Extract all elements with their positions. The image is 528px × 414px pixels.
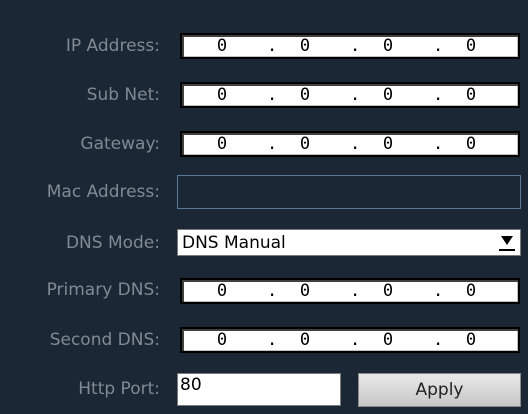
- second-dns-dot-1: .: [267, 330, 278, 350]
- ip-address-octet-4[interactable]: 0: [461, 35, 481, 57]
- second-dns-dot-2: .: [350, 330, 361, 350]
- primary-dns-label: Primary DNS:: [46, 280, 160, 300]
- mac-address-label: Mac Address:: [46, 182, 160, 202]
- ip-address-dot-1: .: [267, 36, 278, 56]
- mac-address-field[interactable]: [177, 175, 521, 209]
- primary-dns-octet-4[interactable]: 0: [461, 280, 481, 302]
- sub-net-input[interactable]: 0 . 0 . 0 . 0: [180, 82, 520, 108]
- sub-net-octet-2[interactable]: 0: [295, 84, 315, 106]
- network-settings-panel: IP Address: 0 . 0 . 0 . 0 Sub Net: 0 . 0…: [0, 0, 528, 414]
- dns-mode-value: DNS Manual: [182, 233, 286, 253]
- http-port-label: Http Port:: [78, 379, 160, 399]
- primary-dns-octet-2[interactable]: 0: [295, 280, 315, 302]
- second-dns-octet-3[interactable]: 0: [378, 329, 398, 351]
- gateway-dot-2: .: [350, 134, 361, 154]
- second-dns-octet-1[interactable]: 0: [212, 329, 232, 351]
- gateway-label: Gateway:: [80, 134, 160, 154]
- sub-net-octet-4[interactable]: 0: [461, 84, 481, 106]
- sub-net-dot-1: .: [267, 85, 278, 105]
- sub-net-dot-3: .: [433, 85, 444, 105]
- sub-net-label: Sub Net:: [86, 85, 160, 105]
- gateway-octet-4[interactable]: 0: [461, 133, 481, 155]
- gateway-dot-1: .: [267, 134, 278, 154]
- sub-net-octet-3[interactable]: 0: [378, 84, 398, 106]
- ip-address-octet-1[interactable]: 0: [212, 35, 232, 57]
- dns-mode-label: DNS Mode:: [65, 233, 160, 253]
- ip-address-dot-2: .: [350, 36, 361, 56]
- ip-address-octet-2[interactable]: 0: [295, 35, 315, 57]
- ip-address-label: IP Address:: [65, 36, 160, 56]
- gateway-octet-2[interactable]: 0: [295, 133, 315, 155]
- ip-address-octet-3[interactable]: 0: [378, 35, 398, 57]
- http-port-value: 80: [180, 375, 202, 395]
- ip-address-dot-3: .: [433, 36, 444, 56]
- primary-dns-octet-3[interactable]: 0: [378, 280, 398, 302]
- gateway-octet-1[interactable]: 0: [212, 133, 232, 155]
- gateway-dot-3: .: [433, 134, 444, 154]
- primary-dns-dot-2: .: [350, 281, 361, 301]
- chevron-down-icon[interactable]: [499, 233, 515, 251]
- sub-net-dot-2: .: [350, 85, 361, 105]
- second-dns-octet-2[interactable]: 0: [295, 329, 315, 351]
- primary-dns-dot-1: .: [267, 281, 278, 301]
- gateway-octet-3[interactable]: 0: [378, 133, 398, 155]
- dns-mode-select[interactable]: DNS Manual: [177, 229, 521, 256]
- second-dns-label: Second DNS:: [49, 330, 160, 350]
- primary-dns-octet-1[interactable]: 0: [212, 280, 232, 302]
- apply-button[interactable]: Apply: [358, 373, 521, 407]
- ip-address-input[interactable]: 0 . 0 . 0 . 0: [180, 33, 520, 59]
- gateway-input[interactable]: 0 . 0 . 0 . 0: [180, 131, 520, 157]
- http-port-input[interactable]: 80: [177, 373, 341, 406]
- primary-dns-input[interactable]: 0 . 0 . 0 . 0: [180, 278, 520, 304]
- second-dns-input[interactable]: 0 . 0 . 0 . 0: [180, 327, 520, 353]
- second-dns-dot-3: .: [433, 330, 444, 350]
- primary-dns-dot-3: .: [433, 281, 444, 301]
- sub-net-octet-1[interactable]: 0: [212, 84, 232, 106]
- second-dns-octet-4[interactable]: 0: [461, 329, 481, 351]
